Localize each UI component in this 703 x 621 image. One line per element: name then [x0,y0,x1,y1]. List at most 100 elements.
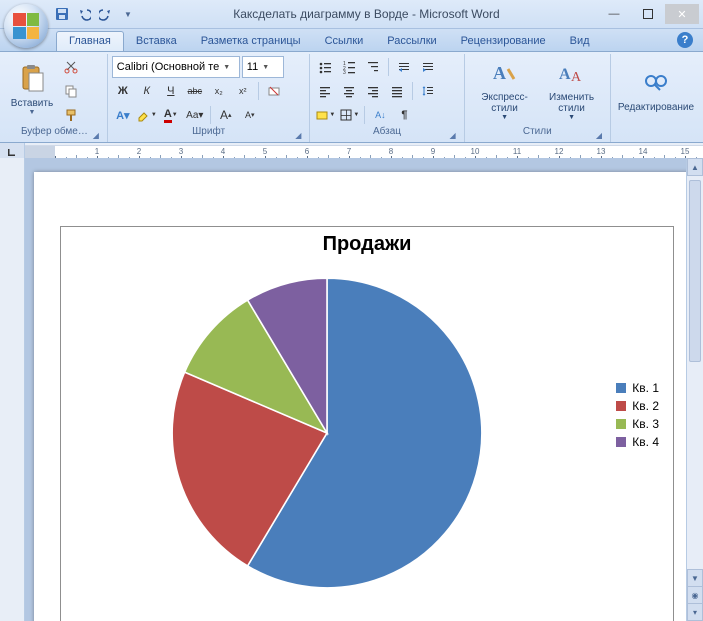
tab-label: Рецензирование [461,35,546,47]
line-spacing-button[interactable] [417,80,439,102]
chart-object[interactable]: Продажи Кв. 1 Кв. 2 Кв. 3 Кв. 4 [60,226,674,621]
dialog-launcher-icon[interactable]: ◢ [448,131,458,141]
chart-title: Продажи [61,233,673,256]
undo-icon[interactable] [76,6,92,22]
scroll-down-button[interactable]: ▼ [687,569,703,587]
italic-button[interactable]: К [136,80,158,102]
align-center-button[interactable] [338,80,360,102]
sort-button[interactable]: A↓ [369,104,391,126]
change-styles-icon: AA [556,58,588,90]
page[interactable]: Продажи Кв. 1 Кв. 2 Кв. 3 Кв. 4 [34,172,692,621]
tab-insert[interactable]: Вставка [124,32,189,51]
dialog-launcher-icon[interactable]: ◢ [293,131,303,141]
bullets-button[interactable] [314,56,336,78]
minimize-button[interactable]: — [597,4,631,24]
tab-label: Ссылки [325,35,364,47]
dialog-launcher-icon[interactable]: ◢ [91,131,101,141]
font-color-button[interactable]: A▼ [160,104,182,126]
clear-formatting-button[interactable] [263,80,285,102]
shrink-font-button[interactable]: A▾ [239,104,261,126]
ribbon: Вставить ▼ Буфер обме…◢ Calibri (Основно… [0,52,703,143]
font-size-combo[interactable]: 11▼ [242,56,284,78]
pie-chart [169,275,485,591]
window-title: Каксделать диаграмму в Ворде - Microsoft… [136,7,597,21]
highlight-button[interactable]: ▼ [136,104,158,126]
quick-styles-button[interactable]: A Экспресс-стили▼ [469,56,541,124]
legend-label: Кв. 2 [632,399,659,413]
close-button[interactable]: ✕ [665,4,699,24]
tab-label: Вид [570,35,590,47]
legend-swatch [616,401,626,411]
vertical-scrollbar[interactable]: ▲ ▼ ◉ ▾ [686,158,703,621]
legend-item: Кв. 2 [616,399,659,413]
multilevel-list-button[interactable] [362,56,384,78]
tab-review[interactable]: Рецензирование [449,32,558,51]
svg-text:3: 3 [343,70,346,74]
save-icon[interactable] [54,6,70,22]
office-button[interactable] [4,4,48,48]
format-painter-button[interactable] [60,104,82,126]
justify-button[interactable] [386,80,408,102]
numbering-button[interactable]: 123 [338,56,360,78]
bold-button[interactable]: Ж [112,80,134,102]
editing-button[interactable]: Редактирование [615,56,697,124]
group-font: Calibri (Основной те▼ 11▼ Ж К Ч abc x₂ x… [108,54,311,142]
next-page-button[interactable]: ▾ [687,603,703,621]
cut-button[interactable] [60,56,82,78]
office-logo-icon [13,13,39,39]
find-icon [640,68,672,100]
tab-view[interactable]: Вид [558,32,602,51]
tab-page-layout[interactable]: Разметка страницы [189,32,313,51]
redo-icon[interactable] [98,6,114,22]
vertical-ruler[interactable] [0,158,25,621]
help-icon[interactable]: ? [677,32,693,48]
increase-indent-button[interactable] [417,56,439,78]
copy-button[interactable] [60,80,82,102]
quick-styles-icon: A [489,58,521,90]
tab-home[interactable]: Главная [56,31,124,51]
superscript-button[interactable]: x² [232,80,254,102]
text-effects-button[interactable]: A▾ [112,104,134,126]
maximize-button[interactable] [631,4,665,24]
show-marks-button[interactable]: ¶ [393,104,415,126]
group-label: Абзац◢ [314,126,459,142]
separator [412,82,413,100]
tab-label: Разметка страницы [201,35,301,47]
tab-mailings[interactable]: Рассылки [375,32,448,51]
chart-legend: Кв. 1 Кв. 2 Кв. 3 Кв. 4 [616,377,659,453]
group-clipboard: Вставить ▼ Буфер обме…◢ [2,54,108,142]
group-label: Шрифт◢ [112,126,306,142]
scroll-up-button[interactable]: ▲ [687,158,703,176]
scroll-thumb[interactable] [689,180,701,362]
title-bar: ▼ Каксделать диаграмму в Ворде - Microso… [0,0,703,29]
separator [364,106,365,124]
font-family-combo[interactable]: Calibri (Основной те▼ [112,56,240,78]
svg-text:A: A [571,70,582,85]
legend-label: Кв. 1 [632,381,659,395]
subscript-button[interactable]: x₂ [208,80,230,102]
legend-item: Кв. 4 [616,435,659,449]
qat-customize-icon[interactable]: ▼ [120,6,136,22]
font-family-value: Calibri (Основной те [117,61,219,73]
underline-button[interactable]: Ч [160,80,182,102]
align-left-button[interactable] [314,80,336,102]
change-case-button[interactable]: Aa▾ [184,104,206,126]
legend-label: Кв. 3 [632,417,659,431]
font-size-value: 11 [247,61,258,73]
tab-label: Рассылки [387,35,436,47]
change-styles-button[interactable]: AA Изменить стили▼ [541,56,603,124]
grow-font-button[interactable]: A▴ [215,104,237,126]
paste-button[interactable]: Вставить ▼ [6,56,58,124]
group-label: Буфер обме…◢ [6,126,103,142]
strikethrough-button[interactable]: abc [184,80,206,102]
dialog-launcher-icon[interactable]: ◢ [594,131,604,141]
quick-styles-label: Экспресс-стили [470,92,540,114]
borders-button[interactable]: ▼ [338,104,360,126]
separator [388,58,389,76]
tab-references[interactable]: Ссылки [313,32,376,51]
tab-label: Вставка [136,35,177,47]
align-right-button[interactable] [362,80,384,102]
decrease-indent-button[interactable] [393,56,415,78]
previous-page-button[interactable]: ◉ [687,586,703,604]
shading-button[interactable]: ▼ [314,104,336,126]
